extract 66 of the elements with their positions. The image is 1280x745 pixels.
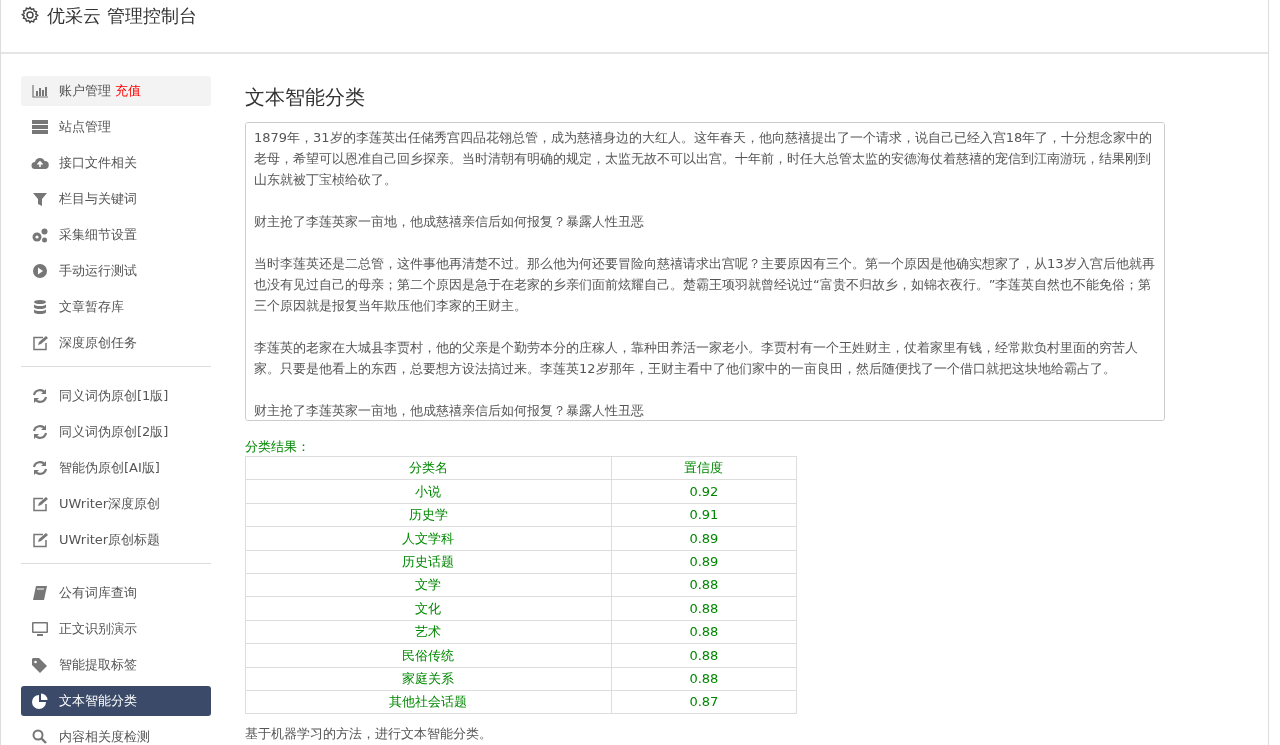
sidebar-item[interactable]: 深度原创任务 <box>21 328 211 358</box>
table-cell: 0.87 <box>611 690 797 714</box>
table-cell: 0.88 <box>611 643 797 667</box>
server-icon <box>31 119 49 135</box>
table-cell: 0.88 <box>611 573 797 597</box>
sidebar-item[interactable]: 正文识别演示 <box>21 614 211 644</box>
page-title: 文本智能分类 <box>245 84 366 111</box>
table-cell: 民俗传统 <box>245 643 612 667</box>
column-header: 分类名 <box>245 456 612 480</box>
sidebar-item[interactable]: 同义词伪原创[2版] <box>21 417 211 447</box>
table-cell: 0.88 <box>611 667 797 691</box>
edit-icon <box>31 335 49 351</box>
sidebar-item[interactable]: 公有词库查询 <box>21 578 211 608</box>
table-cell: 家庭关系 <box>245 667 612 691</box>
sidebar-item[interactable]: UWriter深度原创 <box>21 489 211 519</box>
monitor-icon <box>31 621 49 637</box>
table-cell: 0.88 <box>611 620 797 644</box>
refresh-icon <box>31 460 49 476</box>
book-icon <box>31 585 49 601</box>
play-icon <box>31 263 49 279</box>
refresh-icon <box>31 388 49 404</box>
table-cell: 小说 <box>245 479 612 504</box>
edit-icon <box>31 496 49 512</box>
table-cell: 其他社会话题 <box>245 690 612 714</box>
text-input-field[interactable]: 1879年，31岁的李莲英出任储秀宫四品花翎总管，成为慈禧身边的大红人。这年春天，他向慈禧提出了一个请求，说自己已经入宫18年了，十分想念家中的老母，希望可以恩准自己回乡探亲。当时清朝有明确的规定，太监无故不可以出宫。十年前，时任大总管太监的安德海仗着慈禧的宠信到江南游玩，结果刚到山东就被丁宝桢给砍了。 财主抢了李莲英家一亩地，他成慈禧亲信后如何报复？暴露人性丑恶 当时李莲英还是二总管，这件事他再清楚不过。那么他为何还要冒险向慈禧请求出宫呢？主要原因有三个。第一个原因是他确实想家了，从13岁入宫后他就再也没有见过自己的母亲；第二个原因是急于在老家的乡亲们面前炫耀自己。楚霸王项羽就曾经说过“富贵不归故乡，如锦衣夜行。”李莲英自然也不能免俗；第三个原因就是报复当年欺压他们李家的王财主。 李莲英的老家在大城县李贾村，他的父亲是个勤劳本分的庄稼人，靠种田养活一家老小。李贾村有一个王姓财主，仗着家里有钱，经常欺负村里面的穷苦人家。只要是他看上的东西，总要想方设法搞过来。李莲英12岁那年，王财主看中了他们家中的一亩良田，然后随便找了一个借口就把这块地给霸占了。 财主抢了李莲英家一亩地，他成慈禧亲信后如何报复？暴露人性丑恶 <box>245 122 1165 421</box>
sidebar-item[interactable]: 栏目与关键词 <box>21 184 211 214</box>
sidebar-item[interactable]: 站点管理 <box>21 112 211 142</box>
settings-icon <box>21 6 39 24</box>
result-label: 分类结果： <box>245 437 311 456</box>
table-cell: 0.92 <box>611 479 797 504</box>
sidebar-item[interactable]: 智能提取标签 <box>21 650 211 680</box>
table-cell: 0.89 <box>611 550 797 574</box>
pie-chart-icon <box>31 693 49 709</box>
tag-icon <box>31 657 49 673</box>
table-cell: 0.89 <box>611 526 797 551</box>
edit-icon <box>31 532 49 548</box>
column-header: 置信度 <box>611 456 797 480</box>
sidebar-item[interactable]: 手动运行测试 <box>21 256 211 286</box>
refresh-icon <box>31 424 49 440</box>
table-cell: 0.91 <box>611 503 797 527</box>
sidebar-item[interactable]: UWriter原创标题 <box>21 525 211 555</box>
table-cell: 人文学科 <box>245 526 612 551</box>
table-cell: 历史学 <box>245 503 612 527</box>
item-label: 账户管理 <box>59 82 111 101</box>
table-cell: 文学 <box>245 573 612 597</box>
sidebar-item[interactable]: 文本智能分类 <box>21 686 211 716</box>
table-cell: 文化 <box>245 596 612 621</box>
table-cell: 历史话题 <box>245 550 612 574</box>
cloud-upload-icon <box>31 155 49 171</box>
sidebar-item[interactable]: 内容相关度检测 <box>21 722 211 745</box>
search-icon <box>31 729 49 745</box>
table-cell: 0.88 <box>611 596 797 621</box>
sidebar-item[interactable]: 账户管理 充值 <box>21 76 211 106</box>
description-text: 基于机器学习的方法，进行文本智能分类。 <box>245 725 493 744</box>
sidebar-item[interactable]: 文章暂存库 <box>21 292 211 322</box>
gears-icon <box>31 227 49 243</box>
table-cell: 艺术 <box>245 620 612 644</box>
sidebar-item[interactable]: 智能伪原创[AI版] <box>21 453 211 483</box>
sidebar-item[interactable]: 同义词伪原创[1版] <box>21 381 211 411</box>
sidebar-item[interactable]: 采集细节设置 <box>21 220 211 250</box>
app-title: 优采云 管理控制台 <box>47 4 197 28</box>
sidebar-item[interactable]: 接口文件相关 <box>21 148 211 178</box>
bar-chart-icon <box>31 83 49 99</box>
filter-icon <box>31 191 49 207</box>
recharge-link[interactable]: 充值 <box>115 81 141 101</box>
database-icon <box>31 299 49 315</box>
